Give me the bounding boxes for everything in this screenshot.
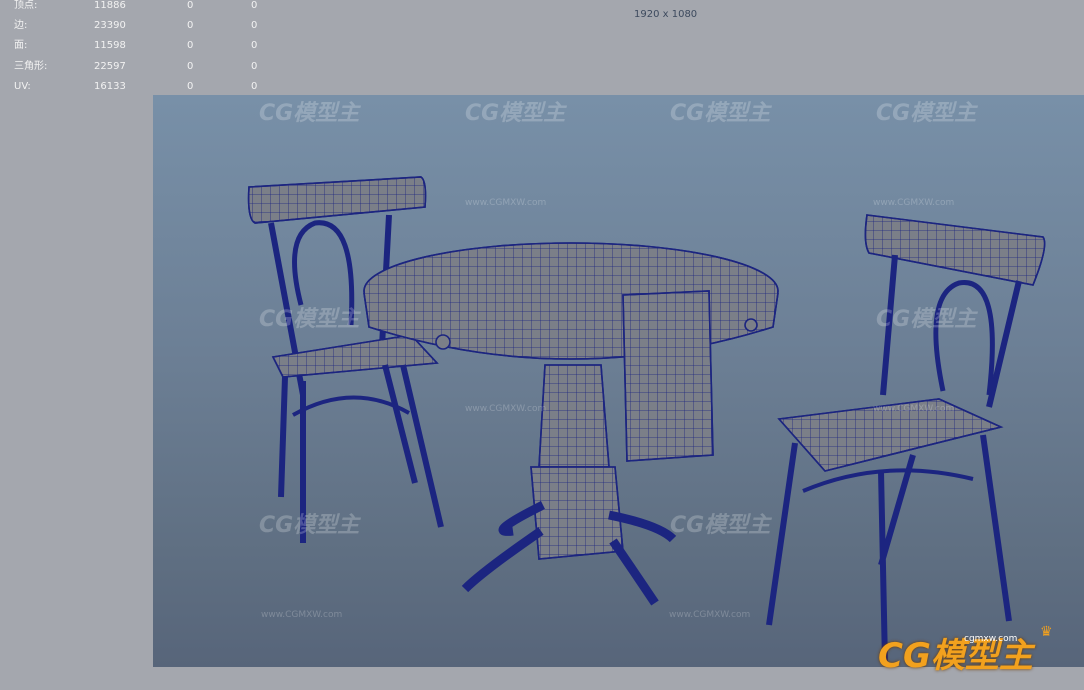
brand-logo-url: cgmxw.com <box>964 634 1018 644</box>
crown-icon: ♛ <box>1040 624 1053 640</box>
hud-value: 11598 <box>94 40 126 52</box>
watermark-url: www.CGMXW.com <box>261 610 343 620</box>
hud-value: 0 <box>251 60 258 72</box>
watermark-url: www.CGMXW.com <box>873 198 955 208</box>
watermark-url: www.CGMXW.com <box>465 404 547 414</box>
hud-value: 0 <box>251 0 258 11</box>
watermark-text: CG模型主 <box>670 513 771 538</box>
hud-label: UV: <box>14 80 31 92</box>
hud-label: 三角形: <box>14 60 48 72</box>
hud-value: 23390 <box>94 20 126 32</box>
round-table-model[interactable] <box>363 242 779 606</box>
hud-value: 0 <box>187 20 194 32</box>
left-chair-model[interactable] <box>247 176 444 543</box>
watermark-text: CG模型主 <box>259 513 360 538</box>
hud-value: 0 <box>187 40 194 52</box>
hud-value: 11886 <box>94 0 126 11</box>
hud-value: 0 <box>251 40 258 52</box>
hud-value: 0 <box>251 20 258 32</box>
watermark-text: CG模型主 <box>259 307 360 332</box>
watermark-text: CG模型主 <box>670 101 771 126</box>
watermark-url: www.CGMXW.com <box>873 404 955 414</box>
hud-label: 顶点: <box>14 0 38 11</box>
right-chair-model[interactable] <box>766 214 1046 664</box>
hud-value: 0 <box>187 60 194 72</box>
watermark-text: CG模型主 <box>465 101 566 126</box>
hud-value: 22597 <box>94 60 126 72</box>
3d-viewport[interactable]: CG模型主 CG模型主 CG模型主 CG模型主 CG模型主 www.CGMXW.… <box>153 95 1084 667</box>
watermark-text: CG模型主 <box>876 307 977 332</box>
wireframe-scene[interactable] <box>153 95 1084 667</box>
hud-value: 16133 <box>94 80 126 92</box>
hud-value: 0 <box>251 80 258 92</box>
hud-label: 边: <box>14 20 28 32</box>
hud-label: 面: <box>14 40 28 52</box>
watermark-text: CG模型主 <box>259 101 360 126</box>
hud-value: 0 <box>187 0 194 11</box>
hud-value: 0 <box>187 80 194 92</box>
watermark-url: www.CGMXW.com <box>465 198 547 208</box>
watermark-text: CG模型主 <box>876 101 977 126</box>
watermark-url: www.CGMXW.com <box>669 610 751 620</box>
resolution-gate-label: 1920 x 1080 <box>634 9 698 20</box>
